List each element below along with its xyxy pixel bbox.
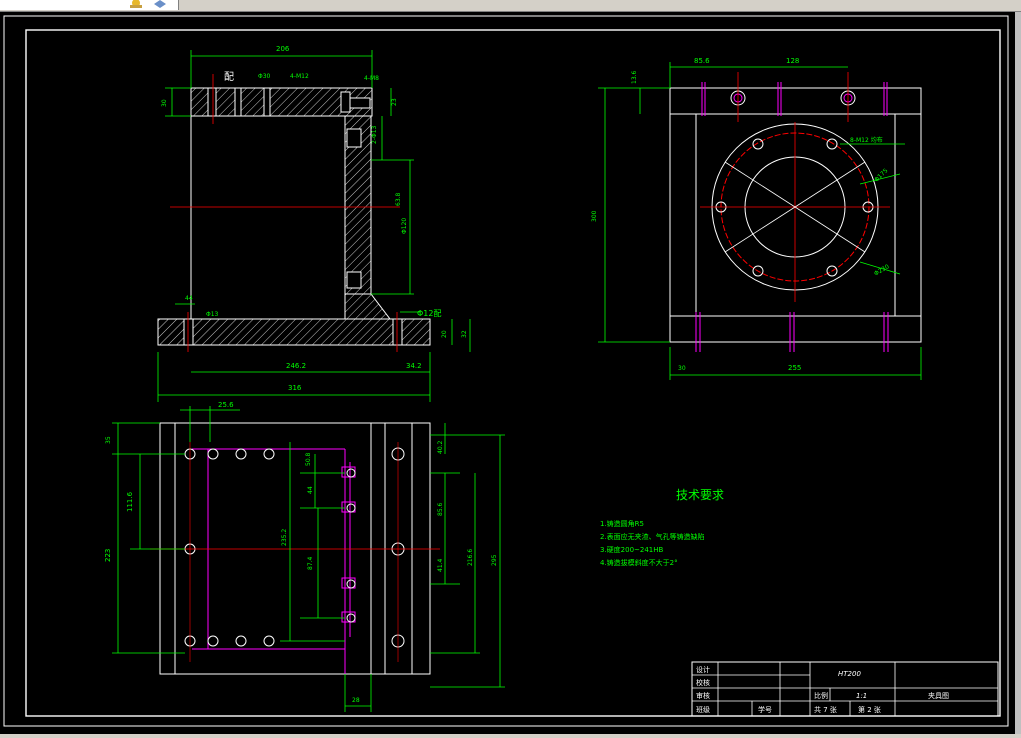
plan-dim-c2: 44 bbox=[307, 486, 314, 494]
tb-part-name: 夹具图 bbox=[928, 691, 949, 700]
plan-dim-r5: 295 bbox=[491, 554, 498, 566]
plan-dim-c3: 235.2 bbox=[281, 529, 288, 546]
note-screws: 8-M12 均布 bbox=[850, 136, 883, 144]
plan-dim-top: 25.6 bbox=[218, 401, 234, 409]
dim-foot-hole: Φ13 bbox=[206, 311, 219, 318]
plan-dim-r2: 85.6 bbox=[437, 502, 444, 516]
tb-sheet-no: 第 2 张 bbox=[858, 705, 881, 714]
tb-design: 设计 bbox=[696, 665, 710, 674]
dim-inner: 246.2 bbox=[286, 362, 306, 370]
dim-bore-dia: Φ120 bbox=[401, 218, 408, 234]
dim-outer: Φ230 bbox=[873, 263, 891, 277]
dim-height: 300 bbox=[591, 210, 598, 222]
dim-pcd: Φ175 bbox=[873, 167, 890, 184]
note-screw-right: 4-M8 bbox=[364, 75, 379, 82]
tech-item-4: 4.铸造拔模斜度不大于2° bbox=[600, 558, 678, 567]
dim-right-off: 34.2 bbox=[406, 362, 422, 370]
title-block: 设计 校核 审核 班级 学号 HT200 比例 1:1 夹具图 共 7 张 第 … bbox=[691, 661, 999, 717]
body-cavity bbox=[190, 115, 346, 320]
plan-view: 25.6 35 111.6 223 50.8 44 235.2 87.4 40.… bbox=[104, 401, 505, 712]
dim-h20: 20 bbox=[441, 330, 448, 338]
section-view: 206 30 配 Φ30 4-M12 4-M8 23 2-Φ13 63.8 Φ1… bbox=[157, 45, 471, 402]
note-screw: 4-M12 bbox=[290, 73, 309, 80]
plan-dim-r4: 216.6 bbox=[467, 549, 474, 566]
tech-requirements: 技术要求 1.铸造圆角R5 2.表面应无夹渣、气孔等铸造缺陷 3.硬度200~2… bbox=[600, 488, 724, 567]
dim-depth: 30 bbox=[161, 99, 168, 107]
tech-item-3: 3.硬度200~241HB bbox=[600, 545, 664, 554]
tech-title: 技术要求 bbox=[676, 488, 724, 502]
tb-class: 班级 bbox=[696, 705, 710, 714]
note-pin2: Φ12配 bbox=[417, 309, 441, 318]
dim-right-vert: 2-Φ13 bbox=[371, 125, 378, 144]
plan-dim-r3: 41.4 bbox=[437, 558, 444, 572]
dim-total: 316 bbox=[288, 384, 302, 392]
dim-right-small: 23 bbox=[391, 98, 398, 106]
tb-proofread: 校核 bbox=[696, 678, 710, 687]
dim-width: 255 bbox=[788, 364, 801, 372]
tb-review: 审核 bbox=[696, 691, 710, 700]
tb-material: HT200 bbox=[838, 670, 861, 678]
plan-dim-left2: 111.6 bbox=[126, 491, 134, 512]
dim-foot: 44 bbox=[185, 295, 193, 302]
toolbar bbox=[0, 0, 1021, 12]
properties-icon[interactable] bbox=[128, 0, 144, 8]
dim-foot-side: 30 bbox=[678, 365, 686, 372]
layer-icon[interactable] bbox=[152, 0, 168, 8]
plan-dim-r1: 40.2 bbox=[437, 440, 444, 454]
dim-bore-h: 63.8 bbox=[395, 192, 402, 206]
dim-h32: 32 bbox=[461, 330, 468, 338]
plan-dim-c1: 50.8 bbox=[305, 452, 312, 466]
dim-center: 128 bbox=[786, 57, 799, 65]
base-plate bbox=[157, 318, 431, 346]
tb-scale-value: 1:1 bbox=[856, 692, 867, 700]
dim-width-top: 206 bbox=[276, 45, 290, 53]
tb-sheets: 共 7 张 bbox=[814, 705, 837, 714]
note-d: Φ30 bbox=[258, 73, 271, 80]
plan-dim-bottom: 28 bbox=[352, 697, 360, 704]
drawing-canvas[interactable]: 206 30 配 Φ30 4-M12 4-M8 23 2-Φ13 63.8 Φ1… bbox=[0, 12, 1021, 734]
dim-top: 13.6 bbox=[631, 70, 638, 84]
plan-dim-left3: 223 bbox=[104, 549, 112, 562]
tech-item-1: 1.铸造圆角R5 bbox=[600, 519, 644, 528]
tb-scale-label: 比例 bbox=[814, 691, 828, 700]
cad-drawing: 206 30 配 Φ30 4-M12 4-M8 23 2-Φ13 63.8 Φ1… bbox=[3, 15, 1009, 727]
plan-dim-left1: 35 bbox=[105, 436, 112, 444]
dim-left: 85.6 bbox=[694, 57, 710, 65]
plan-dim-c4: 87.4 bbox=[307, 556, 314, 570]
tb-student-id: 学号 bbox=[758, 705, 772, 714]
outer-frame bbox=[3, 15, 1009, 727]
tech-item-2: 2.表面应无夹渣、气孔等铸造缺陷 bbox=[600, 532, 705, 541]
inner-frame bbox=[25, 29, 1001, 717]
note-pin: 配 bbox=[224, 71, 234, 83]
side-view: 85.6 128 13.6 8-M12 均布 Φ175 Φ230 300 30 … bbox=[591, 57, 922, 380]
